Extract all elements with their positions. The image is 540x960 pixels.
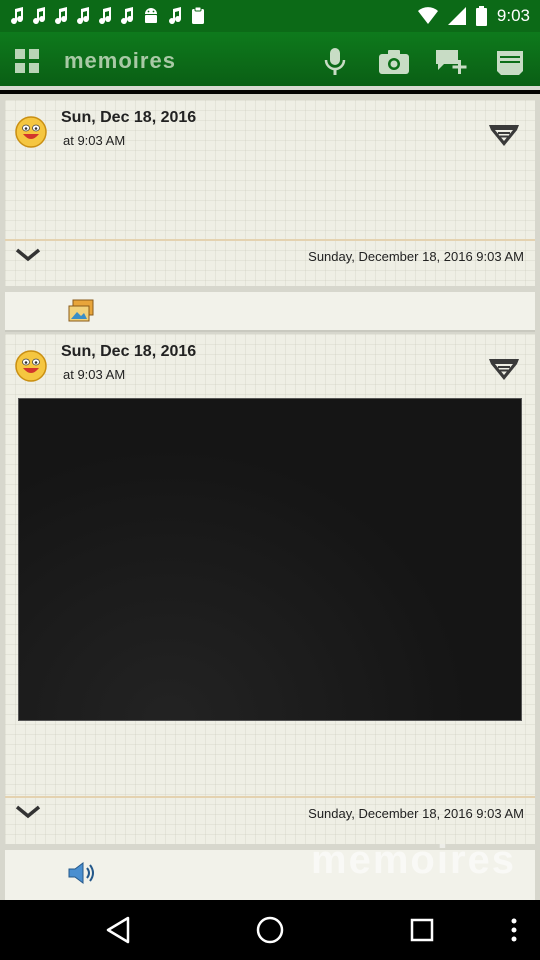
android-icon	[145, 8, 157, 23]
smiley-icon	[15, 350, 47, 382]
memories-list[interactable]: Sun, Dec 18, 2016 at 9:03 AM Sunday, Dec…	[0, 94, 540, 900]
home-icon[interactable]	[250, 912, 290, 948]
entry-date: Sun, Dec 18, 2016	[61, 343, 197, 360]
entry-time: at 9:03 AM	[63, 367, 126, 382]
wifi-icon	[417, 7, 438, 24]
expand-chevron-icon[interactable]	[15, 804, 41, 820]
entry-date: Sun, Dec 18, 2016	[61, 109, 197, 126]
notification-icons	[10, 6, 206, 26]
add-comment-icon[interactable]	[432, 42, 472, 82]
camera-icon[interactable]	[374, 42, 414, 82]
dashboard-icon[interactable]	[12, 46, 42, 76]
entry-footer: Sunday, December 18, 2016 9:03 AM	[5, 796, 535, 824]
entry-time: at 9:03 AM	[63, 133, 126, 148]
signal-icon	[447, 7, 466, 25]
recents-icon[interactable]	[402, 912, 442, 948]
music-note-icon	[55, 7, 68, 25]
app-bar: memoires	[0, 32, 540, 90]
clipboard-icon	[192, 6, 204, 24]
entry-footer: Sunday, December 18, 2016 9:03 AM	[5, 239, 535, 267]
media-separator	[5, 292, 535, 332]
menu-icon[interactable]	[490, 42, 530, 82]
navigation-bar	[0, 900, 540, 960]
overflow-menu-icon[interactable]	[494, 912, 534, 948]
gallery-icon[interactable]	[66, 298, 96, 326]
microphone-icon[interactable]	[315, 42, 355, 82]
memory-entry[interactable]: Sun, Dec 18, 2016 at 9:03 AM Sunday, Dec…	[5, 334, 535, 844]
entry-badge-icon[interactable]	[487, 356, 521, 382]
music-note-icon	[11, 7, 24, 25]
music-note-icon	[33, 7, 46, 25]
battery-icon	[475, 6, 487, 26]
smiley-icon	[15, 116, 47, 148]
music-note-icon	[77, 7, 90, 25]
app-title: memoires	[64, 48, 176, 73]
music-note-icon	[99, 7, 112, 25]
status-bar: 9:03	[0, 0, 540, 32]
music-note-icon	[169, 7, 182, 25]
entry-photo[interactable]	[18, 398, 522, 721]
expand-chevron-icon[interactable]	[15, 247, 41, 263]
entry-footer-date: Sunday, December 18, 2016 9:03 AM	[308, 806, 524, 821]
entry-badge-icon[interactable]	[487, 122, 521, 148]
status-time: 9:03	[496, 6, 530, 25]
entry-footer-date: Sunday, December 18, 2016 9:03 AM	[308, 249, 524, 264]
app-watermark: memoires	[311, 838, 516, 882]
back-icon[interactable]	[98, 912, 138, 948]
speaker-icon[interactable]	[66, 860, 98, 886]
memory-entry[interactable]: Sun, Dec 18, 2016 at 9:03 AM Sunday, Dec…	[5, 100, 535, 286]
music-note-icon	[121, 7, 134, 25]
